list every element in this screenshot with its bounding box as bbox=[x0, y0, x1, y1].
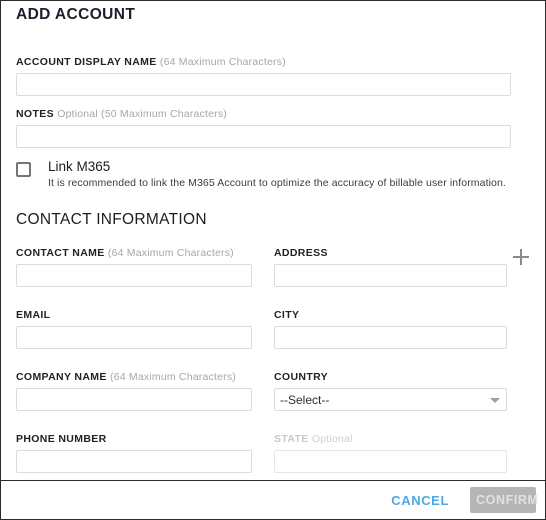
country-label: COUNTRY bbox=[274, 371, 507, 384]
address-label: ADDRESS bbox=[274, 247, 507, 260]
notes-label-text: NOTES bbox=[16, 108, 54, 120]
company-name-label: COMPANY NAME (64 Maximum Characters) bbox=[16, 371, 252, 384]
page-title: ADD ACCOUNT bbox=[16, 6, 136, 23]
account-display-name-input[interactable] bbox=[16, 73, 511, 96]
state-label-text: STATE bbox=[274, 433, 309, 445]
link-m365-text: Link M365 It is recommended to link the … bbox=[48, 159, 506, 190]
notes-label: NOTES Optional (50 Maximum Characters) bbox=[16, 108, 511, 121]
country-label-text: COUNTRY bbox=[274, 371, 328, 383]
field-account-display-name: ACCOUNT DISPLAY NAME (64 Maximum Charact… bbox=[16, 56, 511, 96]
phone-number-label: PHONE NUMBER bbox=[16, 433, 252, 446]
add-account-dialog: ADD ACCOUNT ACCOUNT DISPLAY NAME (64 Max… bbox=[0, 0, 546, 520]
cancel-button[interactable]: CANCEL bbox=[387, 490, 453, 511]
contact-name-hint: (64 Maximum Characters) bbox=[107, 247, 234, 259]
country-select[interactable]: --Select-- bbox=[274, 388, 507, 411]
email-input[interactable] bbox=[16, 326, 252, 349]
notes-input[interactable] bbox=[16, 125, 511, 148]
confirm-button[interactable]: CONFIRM bbox=[470, 487, 538, 513]
email-label-text: EMAIL bbox=[16, 309, 51, 321]
account-display-name-hint: (64 Maximum Characters) bbox=[159, 56, 286, 68]
company-name-input[interactable] bbox=[16, 388, 252, 411]
city-input[interactable] bbox=[274, 326, 507, 349]
field-notes: NOTES Optional (50 Maximum Characters) bbox=[16, 108, 511, 148]
account-display-name-label: ACCOUNT DISPLAY NAME (64 Maximum Charact… bbox=[16, 56, 511, 69]
dialog-footer: CANCEL CONFIRM bbox=[1, 480, 545, 519]
city-label: CITY bbox=[274, 309, 507, 322]
address-input[interactable] bbox=[274, 264, 507, 287]
contact-name-input[interactable] bbox=[16, 264, 252, 287]
company-name-label-text: COMPANY NAME bbox=[16, 371, 107, 383]
contact-left-column: CONTACT NAME (64 Maximum Characters) EMA… bbox=[16, 247, 252, 495]
link-m365-block: Link M365 It is recommended to link the … bbox=[16, 159, 516, 190]
account-display-name-label-text: ACCOUNT DISPLAY NAME bbox=[16, 56, 157, 68]
field-city: CITY bbox=[274, 309, 507, 349]
field-contact-name: CONTACT NAME (64 Maximum Characters) bbox=[16, 247, 252, 287]
plus-icon[interactable] bbox=[513, 249, 529, 265]
country-select-wrap: --Select-- bbox=[274, 388, 507, 411]
state-hint: Optional bbox=[311, 433, 353, 445]
field-country: COUNTRY --Select-- bbox=[274, 371, 507, 411]
state-input[interactable] bbox=[274, 450, 507, 473]
contact-name-label: CONTACT NAME (64 Maximum Characters) bbox=[16, 247, 252, 260]
company-name-hint: (64 Maximum Characters) bbox=[110, 371, 236, 383]
phone-number-label-text: PHONE NUMBER bbox=[16, 433, 107, 445]
field-state: STATE Optional bbox=[274, 433, 507, 473]
contact-name-label-text: CONTACT NAME bbox=[16, 247, 105, 259]
notes-hint: Optional (50 Maximum Characters) bbox=[57, 108, 227, 120]
field-email: EMAIL bbox=[16, 309, 252, 349]
address-label-text: ADDRESS bbox=[274, 247, 328, 259]
email-label: EMAIL bbox=[16, 309, 252, 322]
field-phone-number: PHONE NUMBER bbox=[16, 433, 252, 473]
link-m365-checkbox[interactable] bbox=[16, 162, 31, 177]
field-company-name: COMPANY NAME (64 Maximum Characters) bbox=[16, 371, 252, 411]
phone-number-input[interactable] bbox=[16, 450, 252, 473]
link-m365-title: Link M365 bbox=[48, 159, 111, 174]
field-address: ADDRESS bbox=[274, 247, 529, 287]
link-m365-description: It is recommended to link the M365 Accou… bbox=[48, 177, 506, 189]
contact-information-heading: CONTACT INFORMATION bbox=[16, 211, 207, 228]
city-label-text: CITY bbox=[274, 309, 300, 321]
state-label: STATE Optional bbox=[274, 433, 507, 446]
